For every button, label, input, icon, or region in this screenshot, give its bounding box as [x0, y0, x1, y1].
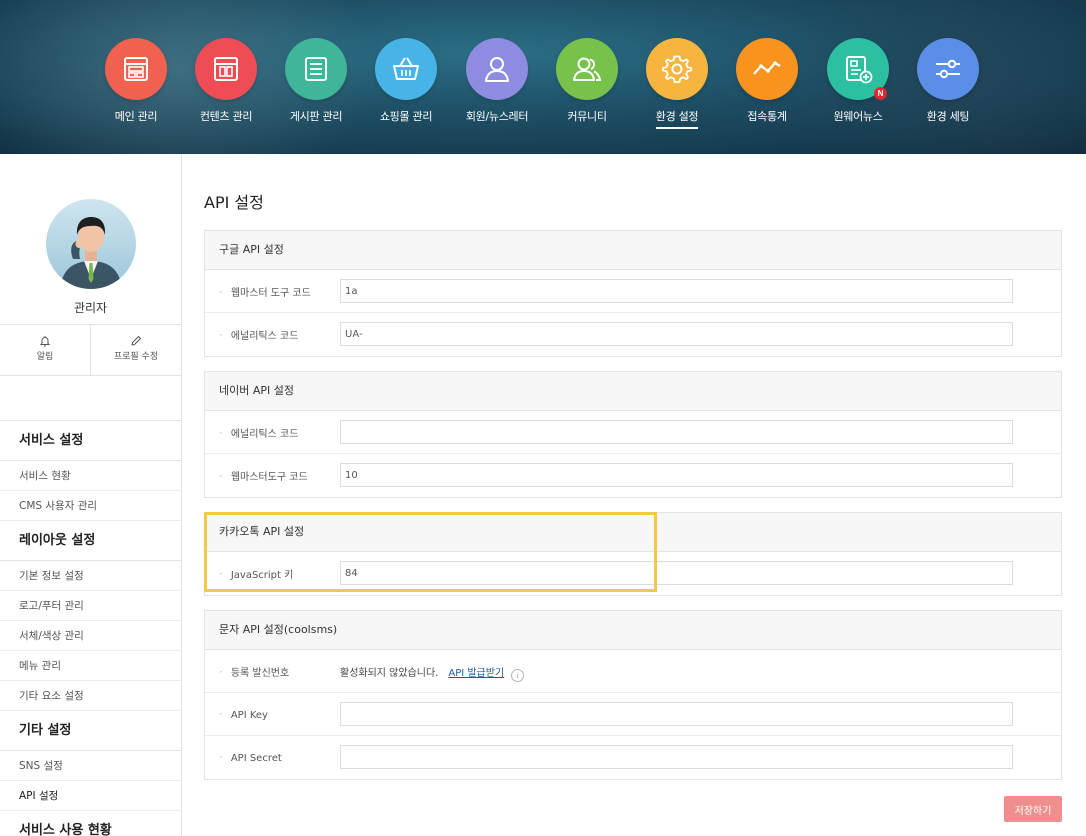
- basket-icon: [375, 38, 437, 100]
- form-row: 웹마스터 도구 코드: [205, 270, 1061, 313]
- news-icon: N: [827, 38, 889, 100]
- sidebar-item-cms-users[interactable]: CMS 사용자 관리: [0, 491, 181, 521]
- sidebar-section-service-usage[interactable]: 서비스 사용 현황: [0, 811, 181, 836]
- new-badge: N: [874, 87, 887, 100]
- nav-content-management[interactable]: 컨텐츠 관리: [181, 38, 271, 127]
- profile-actions: 알림 프로필 수정: [0, 325, 181, 376]
- nav-label: 컨텐츠 관리: [199, 110, 253, 123]
- bell-icon: [39, 336, 51, 347]
- main-content: API 설정 구글 API 설정 웹마스터 도구 코드 에널리틱스 코드 네이버…: [182, 154, 1086, 836]
- sidebar-section-layout-settings[interactable]: 레이아웃 설정: [0, 521, 181, 561]
- sidebar-item-menu[interactable]: 메뉴 관리: [0, 651, 181, 681]
- edit-profile-label: 프로필 수정: [113, 352, 159, 362]
- profile-name: 관리자: [73, 301, 108, 315]
- sidebar-item-service-status[interactable]: 서비스 현황: [0, 461, 181, 491]
- chart-icon: [736, 38, 798, 100]
- nav-shop-management[interactable]: 쇼핑몰 관리: [361, 38, 451, 127]
- nav-label: 회원/뉴스레터: [465, 110, 529, 123]
- sms-api-key-input[interactable]: [340, 702, 1013, 726]
- sidebar-item-font-color[interactable]: 서체/색상 관리: [0, 621, 181, 651]
- sliders-icon: [917, 38, 979, 100]
- naver-analytics-code-input[interactable]: [340, 420, 1013, 444]
- panel-title: 카카오톡 API 설정: [205, 513, 1061, 552]
- nav-label: 원웨어뉴스: [833, 110, 883, 123]
- sidebar-item-sns[interactable]: SNS 설정: [0, 751, 181, 781]
- google-api-panel: 구글 API 설정 웹마스터 도구 코드 에널리틱스 코드: [204, 230, 1062, 357]
- nav-label: 접속통계: [747, 110, 787, 123]
- notifications-button[interactable]: 알림: [0, 325, 90, 375]
- kakao-api-panel: 카카오톡 API 설정 JavaScript 키: [204, 512, 1062, 596]
- sender-status-text: 활성화되지 않았습니다.: [340, 668, 439, 679]
- panel-title: 문자 API 설정(coolsms): [205, 611, 1061, 650]
- users-icon: [556, 38, 618, 100]
- form-row: 에널리틱스 코드: [205, 313, 1061, 356]
- edit-profile-button[interactable]: 프로필 수정: [90, 325, 181, 375]
- nav-label: 환경 세팅: [926, 110, 970, 123]
- content-icon: [195, 38, 257, 100]
- sidebar-item-logo-footer[interactable]: 로고/푸터 관리: [0, 591, 181, 621]
- field-label: JavaScript 키: [219, 566, 294, 581]
- info-icon[interactable]: i: [511, 669, 525, 682]
- field-label: 웹마스터도구 코드: [219, 468, 308, 483]
- profile-card: 관리자: [0, 154, 181, 325]
- sidebar: 관리자 알림 프로필 수정 서비스 설정 서비스 현황 CMS 사용자 관리 레…: [0, 154, 182, 836]
- form-row: 등록 발신번호 활성화되지 않았습니다. API 발급받기 i: [205, 650, 1061, 693]
- nav-environment-setup[interactable]: 환경 세팅: [903, 38, 993, 127]
- field-label: 웹마스터 도구 코드: [219, 284, 311, 299]
- pencil-icon: [131, 336, 141, 346]
- sidebar-section-other-settings[interactable]: 기타 설정: [0, 711, 181, 751]
- field-label: 등록 발신번호: [219, 664, 289, 679]
- form-row: 에널리틱스 코드: [205, 411, 1061, 454]
- naver-webmaster-code-input[interactable]: [340, 463, 1013, 487]
- page-title: API 설정: [204, 193, 264, 212]
- gear-icon: [646, 38, 708, 100]
- panel-title: 구글 API 설정: [205, 231, 1061, 270]
- nav-label: 메인 관리: [114, 110, 158, 123]
- google-analytics-code-input[interactable]: [340, 322, 1013, 346]
- layout-icon: [105, 38, 167, 100]
- nav-label: 게시판 관리: [289, 110, 343, 123]
- notifications-label: 알림: [36, 352, 54, 362]
- nav-label: 커뮤니티: [567, 110, 607, 123]
- sms-api-secret-input[interactable]: [340, 745, 1013, 769]
- sms-api-panel: 문자 API 설정(coolsms) 등록 발신번호 활성화되지 않았습니다. A…: [204, 610, 1062, 780]
- nav-main-management[interactable]: 메인 관리: [91, 38, 181, 127]
- nav-access-statistics[interactable]: 접속통계: [722, 38, 812, 127]
- field-label: 에널리틱스 코드: [219, 327, 299, 342]
- field-label: API Key: [219, 707, 268, 721]
- sidebar-item-other-elements[interactable]: 기타 요소 설정: [0, 681, 181, 711]
- form-row: JavaScript 키: [205, 552, 1061, 595]
- user-icon: [466, 38, 528, 100]
- top-navigation-bar: 메인 관리 컨텐츠 관리 게시판 관리 쇼핑몰 관리 회원/뉴스레터 커뮤니티: [0, 0, 1086, 154]
- field-label: API Secret: [219, 750, 282, 764]
- panel-title: 네이버 API 설정: [205, 372, 1061, 411]
- form-row: API Secret: [205, 736, 1061, 779]
- nav-community[interactable]: 커뮤니티: [542, 38, 632, 127]
- form-row: API Key: [205, 693, 1061, 736]
- api-issue-link[interactable]: API 발급받기: [448, 668, 504, 679]
- field-label: 에널리틱스 코드: [219, 425, 299, 440]
- naver-api-panel: 네이버 API 설정 에널리틱스 코드 웹마스터도구 코드: [204, 371, 1062, 498]
- avatar: [45, 199, 136, 289]
- nav-environment-settings[interactable]: 환경 설정: [632, 38, 722, 129]
- sidebar-section-service-settings[interactable]: 서비스 설정: [0, 421, 181, 461]
- nav-label: 쇼핑몰 관리: [379, 110, 433, 123]
- nav-member-newsletter[interactable]: 회원/뉴스레터: [452, 38, 542, 127]
- nav-board-management[interactable]: 게시판 관리: [271, 38, 361, 127]
- sidebar-item-api[interactable]: API 설정: [0, 781, 181, 811]
- sidebar-spacer: [0, 376, 181, 421]
- form-row: 웹마스터도구 코드: [205, 454, 1061, 497]
- nav-oneware-news[interactable]: N 원웨어뉴스: [813, 38, 903, 127]
- google-webmaster-code-input[interactable]: [340, 279, 1013, 303]
- sidebar-item-basic-info[interactable]: 기본 정보 설정: [0, 561, 181, 591]
- nav-label: 환경 설정: [655, 108, 699, 129]
- sender-status: 활성화되지 않았습니다. API 발급받기 i: [340, 664, 525, 682]
- list-icon: [285, 38, 347, 100]
- kakao-javascript-key-input[interactable]: [340, 561, 1013, 585]
- save-button[interactable]: 저장하기: [1004, 796, 1062, 822]
